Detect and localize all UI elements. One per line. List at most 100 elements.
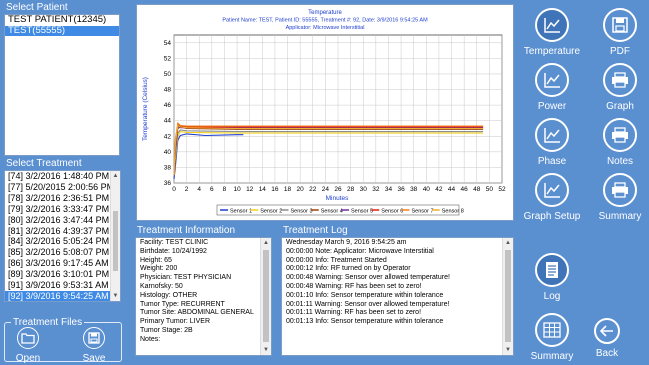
table-icon bbox=[535, 313, 569, 347]
temperature-chart-panel: Temperature Patient Name: TEST, Patient I… bbox=[136, 4, 514, 221]
treatment-list-item[interactable]: [92] 3/9/2016 9:54:25 AM bbox=[5, 290, 110, 301]
summary-print-label: Summary bbox=[598, 211, 642, 222]
treatment-list-item[interactable]: [84] 3/2/2016 5:05:24 PM bbox=[5, 236, 110, 247]
treatment-list-item[interactable]: [77] 5/20/2015 2:00:56 PM bbox=[5, 182, 114, 193]
scroll-up-icon[interactable]: ▲ bbox=[261, 238, 271, 248]
x-tick-label: 34 bbox=[385, 186, 393, 193]
treatment-log-line: 00:01:13 Info: Sensor temperature within… bbox=[286, 318, 444, 326]
treatment-info-scrollbar[interactable]: ▲ ▼ bbox=[260, 238, 271, 355]
legend-label-sensor-3: Sensor 3 bbox=[291, 208, 313, 214]
log-label: Log bbox=[543, 291, 561, 302]
y-axis-label: Temperature (Celsius) bbox=[142, 77, 149, 141]
x-tick-label: 36 bbox=[397, 186, 405, 193]
notes-label: Notes bbox=[606, 156, 634, 167]
power-button[interactable]: Power bbox=[521, 63, 583, 112]
treatment-info-panel: Facility: TEST CLINIC Birthdate: 10/24/19… bbox=[135, 237, 272, 356]
graph-print-button[interactable]: Graph bbox=[589, 63, 649, 112]
x-tick-label: 8 bbox=[223, 186, 227, 193]
printer-icon bbox=[603, 63, 637, 97]
x-axis-label: Minutes bbox=[326, 195, 350, 202]
scroll-down-icon[interactable]: ▼ bbox=[503, 345, 513, 355]
scroll-up-icon[interactable]: ▲ bbox=[503, 238, 513, 248]
log-button[interactable]: Log bbox=[521, 253, 583, 302]
patient-list-item[interactable]: TEST PATIENT(12345) bbox=[5, 15, 119, 26]
scroll-up-icon[interactable]: ▲ bbox=[111, 171, 120, 181]
select-treatment-label: Select Treatment bbox=[6, 158, 82, 169]
open-button[interactable]: Open bbox=[8, 327, 48, 364]
treatment-log-line: 00:01:11 Warning: Sensor over allowed te… bbox=[286, 300, 450, 308]
treatment-list-item[interactable]: [79] 3/2/2016 3:33:47 PM bbox=[5, 204, 110, 215]
treatment-log-line: 00:00:48 Warning: RF has been set to zer… bbox=[286, 282, 422, 290]
chart-subtitle: Patient Name: TEST, Patient ID: 55555, T… bbox=[222, 18, 428, 24]
treatment-log-line: Wednesday March 9, 2016 9:54:25 am bbox=[286, 239, 407, 246]
x-tick-label: 50 bbox=[486, 186, 494, 193]
x-tick-label: 16 bbox=[271, 186, 279, 193]
scroll-down-icon[interactable]: ▼ bbox=[111, 291, 120, 301]
summary-button[interactable]: Summary bbox=[521, 313, 583, 362]
treatment-list-item[interactable]: [89] 3/3/2016 3:10:01 PM bbox=[5, 269, 110, 280]
treatment-list-item[interactable]: [81] 3/2/2016 4:39:37 PM bbox=[5, 226, 110, 237]
treatment-list-scrollbar[interactable]: ▲ ▼ bbox=[110, 171, 120, 301]
x-tick-label: 38 bbox=[410, 186, 418, 193]
line-chart-icon bbox=[535, 118, 569, 152]
graph-setup-label: Graph Setup bbox=[523, 211, 581, 222]
treatment-list-item[interactable]: [85] 3/2/2016 5:08:07 PM bbox=[5, 247, 110, 258]
legend-label-sensor-1: Sensor 1 bbox=[230, 208, 252, 214]
graph-setup-button[interactable]: Graph Setup bbox=[517, 173, 587, 222]
summary-print-button[interactable]: Summary bbox=[589, 173, 649, 222]
phase-label: Phase bbox=[537, 156, 567, 167]
treatment-list-item[interactable]: [74] 3/2/2016 1:48:40 PM bbox=[5, 171, 110, 182]
phase-button[interactable]: Phase bbox=[521, 118, 583, 167]
folder-open-icon bbox=[17, 327, 39, 349]
y-tick-label: 52 bbox=[164, 55, 172, 62]
printer-icon bbox=[603, 173, 637, 207]
treatment-log-line: 00:01:10 Info: Sensor temperature within… bbox=[286, 291, 444, 299]
legend-label-sensor-2: Sensor 2 bbox=[260, 208, 282, 214]
back-arrow-icon bbox=[594, 318, 620, 344]
treatment-list-item[interactable]: [86] 3/3/2016 9:17:45 AM bbox=[5, 258, 110, 269]
pdf-button[interactable]: PDF bbox=[589, 8, 649, 57]
treatment-log-line: 00:01:11 Warning: RF has been set to zer… bbox=[286, 309, 422, 317]
treatment-info-label: Treatment Information bbox=[137, 225, 236, 236]
x-tick-label: 26 bbox=[334, 186, 342, 193]
treatment-log-line: 00:00:00 Note: Applicator: Microwave Int… bbox=[286, 247, 434, 255]
scroll-down-icon[interactable]: ▼ bbox=[261, 345, 271, 355]
patient-list-item[interactable]: TEST(55555) bbox=[5, 25, 119, 36]
line-chart-icon bbox=[535, 8, 569, 42]
treatment-info-line: Tumor Stage: 2B bbox=[140, 326, 193, 334]
temperature-button[interactable]: Temperature bbox=[520, 8, 584, 57]
y-tick-label: 38 bbox=[164, 164, 172, 171]
treatment-list-item[interactable]: [78] 3/2/2016 2:36:51 PM bbox=[5, 193, 110, 204]
open-label: Open bbox=[15, 353, 41, 364]
treatment-list-item[interactable]: [91] 3/9/2016 9:53:31 AM bbox=[5, 280, 110, 291]
treatment-list[interactable]: [74] 3/2/2016 1:48:40 PM [77] 5/20/2015 2… bbox=[4, 170, 121, 302]
x-tick-label: 42 bbox=[435, 186, 443, 193]
treatment-list-item[interactable]: [80] 3/2/2016 3:47:44 PM bbox=[5, 215, 110, 226]
x-tick-label: 48 bbox=[473, 186, 481, 193]
temperature-chart: Temperature Patient Name: TEST, Patient I… bbox=[142, 10, 506, 216]
y-tick-label: 42 bbox=[164, 133, 172, 140]
scroll-thumb[interactable] bbox=[263, 250, 269, 342]
patient-list[interactable]: TEST PATIENT(12345) TEST(55555) bbox=[4, 14, 120, 156]
treatment-log-line: 00:00:48 Warning: Sensor over allowed te… bbox=[286, 274, 450, 282]
treatment-log-label: Treatment Log bbox=[283, 225, 348, 236]
document-icon bbox=[535, 253, 569, 287]
pdf-label: PDF bbox=[610, 46, 630, 57]
select-patient-label: Select Patient bbox=[6, 2, 68, 13]
save-button[interactable]: Save bbox=[74, 327, 114, 364]
legend-label-sensor-8: Sensor 8 bbox=[442, 208, 464, 214]
treatment-info-line: Weight: 200 bbox=[140, 265, 178, 273]
scroll-thumb[interactable] bbox=[505, 250, 511, 342]
y-tick-label: 46 bbox=[164, 102, 172, 109]
chart-applicator: Applicator: Microwave Interstitial bbox=[286, 25, 365, 31]
treatment-log-scrollbar[interactable]: ▲ ▼ bbox=[502, 238, 513, 355]
treatment-log-line: 00:00:12 Info: RF turned on by Operator bbox=[286, 265, 411, 273]
treatment-info-line: Tumor Type: RECURRENT bbox=[140, 300, 225, 308]
back-label: Back bbox=[595, 348, 619, 359]
legend-label-sensor-6: Sensor 6 bbox=[381, 208, 403, 214]
back-button[interactable]: Back bbox=[576, 318, 638, 359]
x-tick-label: 4 bbox=[197, 186, 201, 193]
summary-label: Summary bbox=[530, 351, 574, 362]
notes-print-button[interactable]: Notes bbox=[589, 118, 649, 167]
scroll-thumb[interactable] bbox=[113, 211, 118, 271]
